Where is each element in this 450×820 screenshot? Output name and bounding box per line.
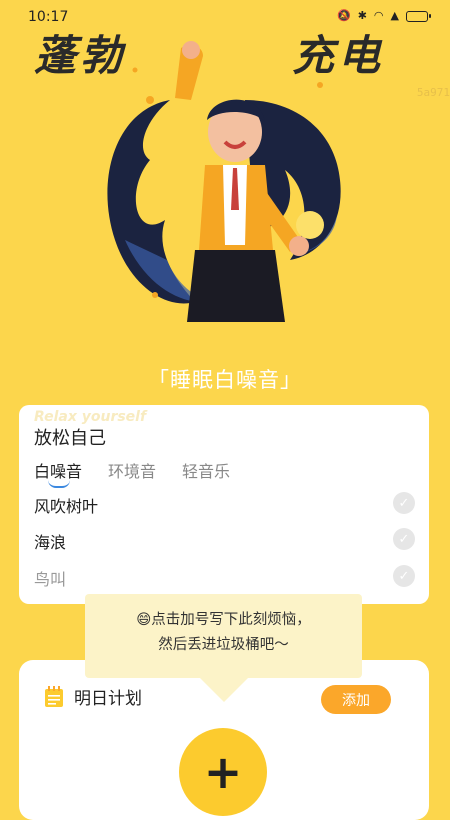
- battery-icon: [406, 10, 431, 22]
- card-background-text: Relax yourself: [34, 409, 147, 425]
- sound-item-wind-leaves[interactable]: 风吹树叶 ✓: [34, 492, 415, 517]
- plan-header: 明日计划: [44, 684, 142, 709]
- bell-mute-icon: 🔕: [337, 9, 351, 22]
- tab-light-music[interactable]: 轻音乐: [182, 458, 230, 482]
- tab-label: 轻音乐: [182, 462, 231, 481]
- signal-icon: ▲: [390, 9, 399, 22]
- sound-item-label: 鸟叫: [34, 570, 67, 589]
- sound-item-birds[interactable]: 鸟叫 ✓: [34, 565, 415, 590]
- cheering-woman-illustration: [107, 41, 341, 322]
- white-noise-section-heading: 「睡眠白噪音」: [148, 368, 302, 392]
- plan-title: 明日计划: [74, 689, 142, 709]
- add-worry-button[interactable]: +: [179, 728, 267, 816]
- bluetooth-icon: ✱: [357, 9, 367, 22]
- tab-white-noise[interactable]: 白噪音: [34, 458, 83, 488]
- relax-card: Relax yourself 放松自己 白噪音 环境音 轻音乐 风吹树叶 ✓ 海…: [19, 405, 429, 604]
- tab-label: 白噪音: [34, 462, 83, 481]
- sound-item-waves[interactable]: 海浪 ✓: [34, 528, 415, 553]
- wifi-icon: ◠: [373, 9, 384, 22]
- worry-tooltip: 😄点击加号写下此刻烦恼， 然后丢进垃圾桶吧～: [85, 594, 362, 702]
- check-icon[interactable]: ✓: [393, 492, 415, 514]
- add-plan-button[interactable]: 添加: [321, 685, 391, 714]
- sound-tabs: 白噪音 环境音 轻音乐: [34, 458, 230, 488]
- status-icons: 🔕 ✱ ◠ ▲: [337, 9, 431, 22]
- check-icon[interactable]: ✓: [393, 528, 415, 550]
- card-title: 放松自己: [34, 428, 106, 449]
- sound-item-label: 海浪: [34, 533, 67, 552]
- sound-item-label: 风吹树叶: [34, 497, 99, 516]
- tooltip-line-1: 😄点击加号写下此刻烦恼，: [136, 612, 311, 628]
- tooltip-line-2: 然后丢进垃圾桶吧～: [158, 637, 289, 653]
- tab-ambient[interactable]: 环境音: [108, 458, 156, 482]
- watermark-text: 5a971: [416, 86, 450, 99]
- notepad-icon: [45, 685, 63, 707]
- check-icon[interactable]: ✓: [393, 565, 415, 587]
- tab-label: 环境音: [108, 462, 157, 481]
- tab-active-indicator: [48, 480, 70, 488]
